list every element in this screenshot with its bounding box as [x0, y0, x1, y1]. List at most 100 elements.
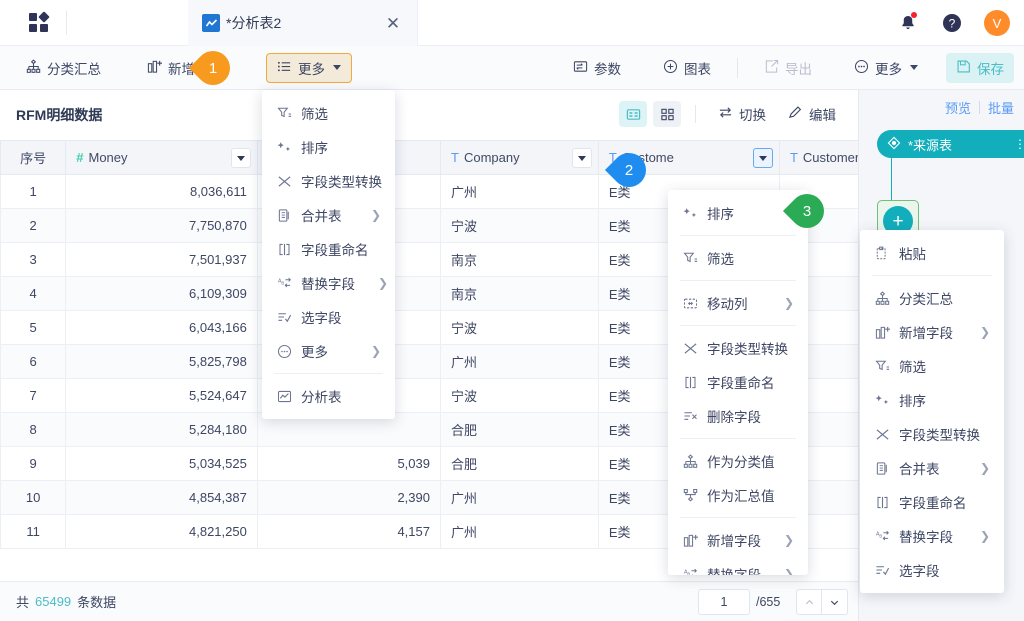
- cell-money: 8,036,611: [66, 175, 258, 209]
- toolbar-item-export[interactable]: 导出: [754, 53, 822, 83]
- page-up-button[interactable]: [796, 589, 822, 615]
- menu-item-menu2-7[interactable]: 作为汇总值: [668, 478, 808, 512]
- menu-item-menu1-0[interactable]: 筛选: [262, 96, 395, 130]
- tab-title: *分析表2: [226, 13, 383, 33]
- column-header-money[interactable]: # Money: [66, 141, 258, 175]
- step-badge-1: 1: [196, 51, 240, 85]
- menu-item-menu3-3[interactable]: 筛选: [860, 349, 1004, 383]
- column-header-index[interactable]: 序号: [1, 141, 66, 175]
- toolbar-more-button[interactable]: 更多: [266, 53, 352, 83]
- menu-item-label: 合并表: [899, 458, 957, 478]
- column-dropdown-customer[interactable]: [753, 148, 773, 168]
- menu-item-menu1-3[interactable]: 合并表❯: [262, 198, 395, 232]
- menu-item-menu1-5[interactable]: AB替换字段❯: [262, 266, 395, 300]
- record-count: 65499: [35, 594, 71, 609]
- menu-item-menu3-1[interactable]: 分类汇总: [860, 281, 1004, 315]
- menu-item-menu1-1[interactable]: 排序: [262, 130, 395, 164]
- app-logo-icon[interactable]: [22, 6, 56, 40]
- tab-analysis-table[interactable]: *分析表2 ✕: [188, 0, 418, 46]
- column-header-customername[interactable]: T Customername: [779, 141, 858, 175]
- cell-company: 宁波: [441, 379, 599, 413]
- preview-link[interactable]: 预览: [945, 98, 971, 117]
- column-dropdown-company[interactable]: [572, 148, 592, 168]
- view-mode-card[interactable]: [653, 101, 681, 127]
- svg-text:?: ?: [949, 17, 956, 31]
- rename-icon: [276, 242, 292, 257]
- cell-company: 宁波: [441, 209, 599, 243]
- edit-icon: [788, 105, 803, 123]
- menu-item-label: 筛选: [899, 356, 990, 376]
- bell-icon[interactable]: [896, 11, 920, 35]
- menu-item-menu1-7[interactable]: 更多❯: [262, 334, 395, 368]
- menu-item-menu2-6[interactable]: 作为分类值: [668, 444, 808, 478]
- add-field-icon: [147, 59, 162, 77]
- menu-item-menu3-0[interactable]: 粘贴: [860, 236, 1004, 270]
- menu-item-menu2-4[interactable]: 字段重命名: [668, 365, 808, 399]
- flow-connector: [891, 158, 892, 202]
- menu-item-menu2-2[interactable]: 移动列❯: [668, 286, 808, 320]
- chevron-right-icon: ❯: [980, 325, 990, 339]
- cell-money: 6,109,309: [66, 277, 258, 311]
- save-button[interactable]: 保存: [946, 53, 1014, 83]
- type-text-icon: T: [790, 150, 798, 165]
- menu-item-label: 字段类型转换: [707, 338, 788, 358]
- help-icon[interactable]: ?: [940, 11, 964, 35]
- menu-item-menu1-6[interactable]: 选字段: [262, 300, 395, 334]
- cell-company: 广州: [441, 345, 599, 379]
- work-area-separator: [695, 105, 696, 123]
- dropdown-menu-toolbar-more[interactable]: 筛选排序字段类型转换合并表❯字段重命名AB替换字段❯选字段更多❯ 分析表: [262, 90, 395, 419]
- view-mode-list[interactable]: [619, 101, 647, 127]
- chevron-right-icon: ❯: [371, 344, 381, 358]
- menu-item-menu3-9[interactable]: 选字段: [860, 553, 1004, 587]
- menu-item-menu1-8[interactable]: 分析表: [262, 379, 395, 413]
- column-dropdown-money[interactable]: [231, 148, 251, 168]
- sort-icon: [276, 140, 292, 155]
- menu-item-menu1-2[interactable]: 字段类型转换: [262, 164, 395, 198]
- menu-separator: [680, 235, 796, 236]
- dropdown-menu-column-customer[interactable]: 排序筛选移动列❯字段类型转换❯字段重命名删除字段作为分类值作为汇总值新增字段❯A…: [668, 190, 808, 575]
- menu-item-menu2-8[interactable]: 新增字段❯: [668, 523, 808, 557]
- cell-amount: 5,039: [257, 447, 440, 481]
- toolbar-item-subtotal[interactable]: 分类汇总: [16, 53, 111, 83]
- column-header-company[interactable]: T Company: [441, 141, 599, 175]
- menu-item-label: 作为分类值: [707, 451, 794, 471]
- switch-button[interactable]: 切换: [710, 101, 774, 127]
- page-input[interactable]: 1: [698, 589, 750, 615]
- work-area-actions: 切换 编辑: [619, 101, 844, 127]
- menu-item-menu3-8[interactable]: AB替换字段❯: [860, 519, 1004, 553]
- menu-item-label: 分析表: [301, 386, 381, 406]
- batch-link[interactable]: 批量: [988, 98, 1014, 117]
- menu-item-menu2-5[interactable]: 删除字段: [668, 399, 808, 433]
- flow-node-menu-icon[interactable]: ⋮: [1014, 138, 1024, 150]
- edit-button[interactable]: 编辑: [780, 101, 844, 127]
- toolbar-item-chart[interactable]: 图表: [653, 53, 721, 83]
- menu-item-menu3-2[interactable]: 新增字段❯: [860, 315, 1004, 349]
- more-circle-icon: [854, 59, 869, 77]
- dropdown-menu-add-node[interactable]: 粘贴分类汇总新增字段❯筛选排序字段类型转换合并表❯字段重命名AB替换字段❯选字段: [860, 230, 1004, 593]
- menu-item-menu2-9[interactable]: AB替换字段❯: [668, 557, 808, 575]
- switch-label: 切换: [739, 104, 766, 124]
- edit-label: 编辑: [809, 104, 836, 124]
- menu-item-menu3-5[interactable]: 字段类型转换: [860, 417, 1004, 451]
- toolbar-item-parameter[interactable]: 参数: [563, 53, 631, 83]
- titlebar-actions: ? V: [896, 0, 1010, 46]
- menu-item-menu3-7[interactable]: 字段重命名: [860, 485, 1004, 519]
- filter-icon: [874, 359, 890, 374]
- menu-separator: [680, 280, 796, 281]
- menu-item-label: 作为汇总值: [707, 485, 794, 505]
- menu-item-menu2-3[interactable]: 字段类型转换❯: [668, 331, 808, 365]
- flow-node-source-table[interactable]: *来源表 ⋮: [877, 130, 1024, 158]
- avatar[interactable]: V: [984, 10, 1010, 36]
- menu-item-menu3-6[interactable]: 合并表❯: [860, 451, 1004, 485]
- menu-item-label: 移动列: [707, 293, 761, 313]
- title-divider: [66, 11, 67, 35]
- close-icon[interactable]: ✕: [383, 13, 403, 33]
- app-root: *分析表2 ✕ ? V 分类汇总 新增字段: [0, 0, 1024, 621]
- toolbar-item-more-right[interactable]: 更多: [844, 53, 928, 83]
- menu-item-label: 替换字段: [899, 526, 957, 546]
- page-down-button[interactable]: [822, 589, 848, 615]
- menu-item-menu2-1[interactable]: 筛选: [668, 241, 808, 275]
- menu-item-label: 删除字段: [707, 406, 794, 426]
- menu-item-menu3-4[interactable]: 排序: [860, 383, 1004, 417]
- menu-item-menu1-4[interactable]: 字段重命名: [262, 232, 395, 266]
